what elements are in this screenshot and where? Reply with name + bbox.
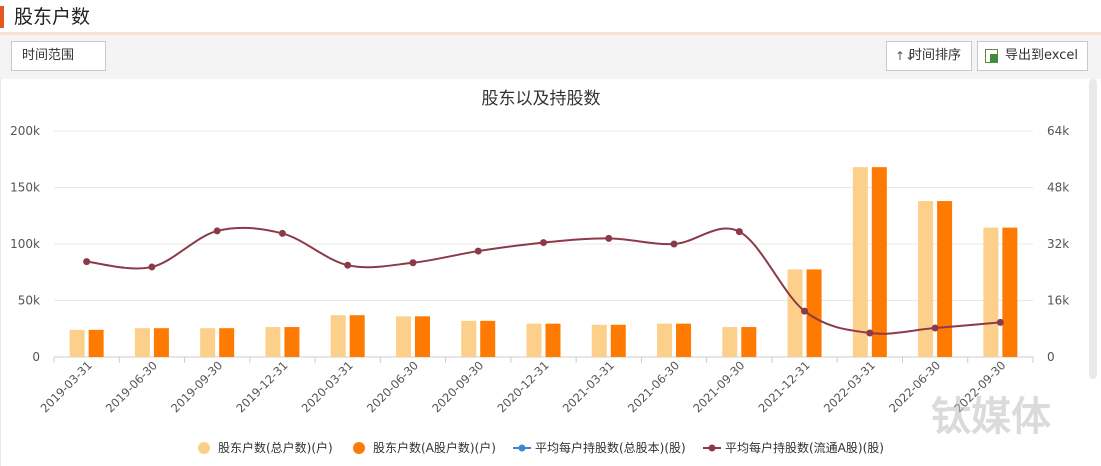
y-tick-label-right: 64k (1047, 124, 1069, 138)
y-tick-label-left: 200k (10, 124, 40, 138)
legend-label: 平均每户持股数(流通A股)(股) (725, 440, 884, 455)
export-excel-label: 导出到excel (1005, 48, 1078, 63)
bar (526, 323, 542, 357)
y-tick-label-right: 32k (1047, 237, 1069, 251)
bar (871, 167, 887, 357)
export-excel-button[interactable]: 导出到excel (977, 41, 1088, 71)
shareholder-chart: 股东以及持股数 0 0 50k 16k 100k 32k 150k 48k 200k 64k 20… (10, 89, 1069, 455)
x-tick-label: 2021-09-30 (690, 358, 747, 415)
sort-icon: ↑↓ (895, 49, 916, 63)
bar (349, 315, 365, 357)
x-tick-label: 2019-09-30 (168, 358, 225, 415)
toolbar: 时间范围 ↑↓ 时间排序 导出到excel (0, 35, 1101, 79)
time-sort-button[interactable]: ↑↓ 时间排序 (886, 41, 972, 71)
bar (610, 324, 626, 357)
bar (69, 329, 85, 357)
chart-title: 股东以及持股数 (482, 89, 601, 109)
bar (461, 320, 477, 357)
x-tick-label: 2020-09-30 (429, 358, 486, 415)
x-tick-label: 2019-06-30 (103, 358, 160, 415)
line-point (148, 263, 156, 271)
legend-marker-dot (518, 444, 526, 452)
x-tick-label: 2020-06-30 (364, 358, 421, 415)
bar (1002, 227, 1018, 357)
bar (591, 324, 607, 357)
legend-marker-dot (708, 444, 716, 452)
bar (937, 201, 953, 357)
y-tick-label-left: 0 (32, 350, 40, 364)
bar (330, 315, 346, 357)
section-header: 股东户数 (0, 0, 1101, 35)
bar (676, 323, 692, 357)
bar (200, 328, 216, 357)
line-point (735, 228, 743, 236)
bar (741, 327, 757, 357)
x-tick-label: 2020-12-31 (494, 358, 551, 415)
x-tick-label: 2022-03-31 (821, 358, 878, 415)
bar (983, 227, 999, 357)
line-point (670, 240, 678, 248)
x-tick-label: 2019-12-31 (233, 358, 290, 415)
bar (480, 320, 496, 357)
bar (88, 329, 104, 357)
bar (787, 269, 803, 357)
x-tick-label: 2021-03-31 (560, 358, 617, 415)
y-tick-label-left: 100k (10, 237, 40, 251)
excel-icon (985, 49, 998, 63)
y-tick-label-right: 0 (1047, 350, 1055, 364)
bar (265, 327, 281, 357)
line-point (344, 261, 352, 269)
chart-area: 股东以及持股数 0 0 50k 16k 100k 32k 150k 48k 200k 64k 20… (0, 79, 1101, 466)
header-accent-bar (0, 6, 4, 28)
y-tick-label-right: 16k (1047, 294, 1069, 308)
bar (722, 327, 738, 357)
legend-marker (198, 442, 210, 454)
bar (545, 323, 561, 357)
x-tick-label: 2019-03-31 (38, 358, 95, 415)
bar (284, 327, 300, 357)
legend-label: 平均每户持股数(总股本)(股) (535, 440, 686, 455)
bar (395, 316, 411, 357)
line-point (278, 229, 286, 237)
y-tick-label-left: 150k (10, 181, 40, 195)
line-point (605, 234, 613, 242)
bar (414, 316, 430, 357)
line-point (801, 307, 809, 315)
scrollbar[interactable] (1089, 79, 1097, 379)
bar (134, 328, 150, 357)
legend-label: 股东户数(A股户数)(户) (373, 440, 496, 455)
legend-label: 股东户数(总户数)(户) (218, 440, 333, 455)
watermark: 钛媒体 (931, 394, 1051, 440)
line-point (540, 239, 547, 247)
line-point (213, 227, 221, 235)
line-point (996, 318, 1004, 326)
x-tick-label: 2021-06-30 (625, 358, 682, 415)
line-point (474, 247, 482, 255)
y-tick-label-left: 50k (18, 294, 40, 308)
line-point (866, 329, 874, 337)
line-point (83, 258, 91, 266)
x-tick-label: 2021-12-31 (756, 358, 813, 415)
section-title: 股东户数 (14, 6, 91, 28)
time-sort-label: 时间排序 (909, 48, 962, 63)
line-point (409, 259, 417, 267)
legend-marker (353, 442, 365, 454)
time-range-button[interactable]: 时间范围 (11, 41, 106, 71)
bar (657, 323, 673, 357)
bar (153, 328, 169, 357)
bar (852, 167, 868, 357)
x-tick-label: 2020-03-31 (299, 358, 356, 415)
line-point (931, 324, 939, 332)
bar (219, 328, 235, 357)
bar (918, 201, 934, 357)
y-tick-label-right: 48k (1047, 181, 1069, 195)
